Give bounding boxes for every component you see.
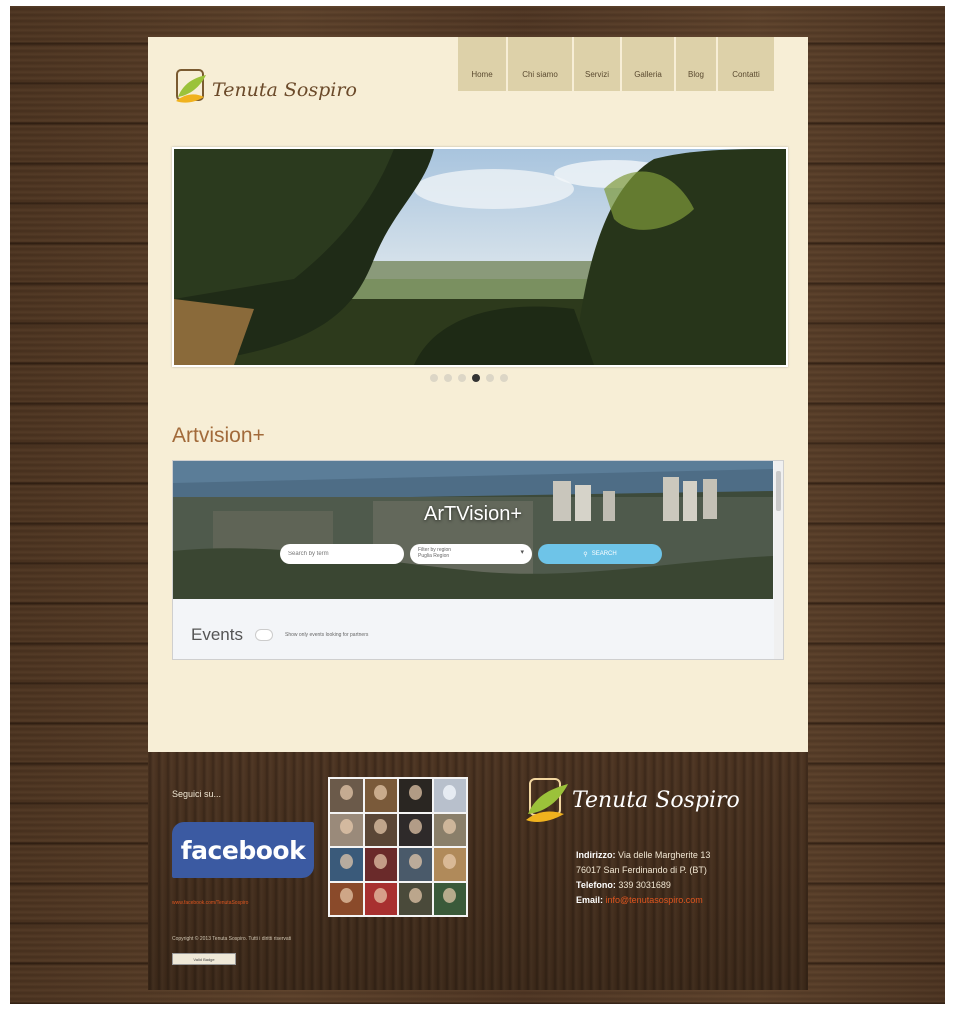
nav-galleria[interactable]: Galleria xyxy=(622,37,676,91)
embed-scrollbar[interactable] xyxy=(774,461,783,659)
fan-avatar[interactable] xyxy=(399,813,432,846)
nav-servizi[interactable]: Servizi xyxy=(574,37,622,91)
slider-dot[interactable] xyxy=(444,374,452,382)
partners-toggle[interactable] xyxy=(254,629,273,641)
slider-dots xyxy=(430,374,508,382)
chevron-down-icon: ▾ xyxy=(520,549,524,556)
fan-avatar[interactable] xyxy=(433,882,466,915)
follow-label: Seguici su... xyxy=(172,789,222,799)
facebook-fans-grid[interactable] xyxy=(328,777,468,917)
fan-avatar[interactable] xyxy=(433,779,466,812)
validator-badge[interactable]: Valid Badge xyxy=(172,953,236,965)
embed-search-row: Filter by region Puglia Region ▾ ⚲ SEARC… xyxy=(280,544,662,564)
slider-dot[interactable] xyxy=(430,374,438,382)
site-logo[interactable]: Tenuta Sospiro xyxy=(174,67,364,113)
fan-avatar[interactable] xyxy=(433,848,466,881)
fan-avatar[interactable] xyxy=(364,779,397,812)
fan-avatar[interactable] xyxy=(364,813,397,846)
section-title: Artvision+ xyxy=(172,424,265,447)
email-label: Email: xyxy=(576,895,604,905)
search-button-label: SEARCH xyxy=(591,551,617,557)
landscape-photo xyxy=(174,149,786,365)
events-header: Events Show only events looking for part… xyxy=(191,625,368,645)
nav-home[interactable]: Home xyxy=(458,37,508,91)
fan-avatar[interactable] xyxy=(364,882,397,915)
email-link[interactable]: info@tenutasospiro.com xyxy=(606,895,703,905)
embed-hero-image: ArTVision+ Filter by region Puglia Regio… xyxy=(173,461,773,599)
address-line-2: 76017 San Ferdinando di P. (BT) xyxy=(576,865,707,875)
fan-avatar[interactable] xyxy=(330,848,363,881)
brand-name: Tenuta Sospiro xyxy=(212,79,357,101)
address-label: Indirizzo: xyxy=(576,850,616,860)
phone-label: Telefono: xyxy=(576,880,616,890)
phone-value: 339 3031689 xyxy=(618,880,671,890)
facebook-logo-button[interactable]: facebook xyxy=(172,822,314,878)
region-select[interactable]: Filter by region Puglia Region ▾ xyxy=(410,544,532,564)
fan-avatar[interactable] xyxy=(433,813,466,846)
fan-avatar[interactable] xyxy=(399,882,432,915)
search-button[interactable]: ⚲ SEARCH xyxy=(538,544,662,564)
slider-dot[interactable] xyxy=(500,374,508,382)
leaf-logo-icon xyxy=(526,778,568,822)
artvision-embed: ArTVision+ Filter by region Puglia Regio… xyxy=(172,460,784,660)
nav-chi-siamo[interactable]: Chi siamo xyxy=(508,37,574,91)
footer-logo: Tenuta Sospiro xyxy=(524,776,754,826)
search-input[interactable] xyxy=(280,544,404,564)
partners-toggle-label: Show only events looking for partners xyxy=(284,632,369,638)
fan-avatar[interactable] xyxy=(399,848,432,881)
nav-blog[interactable]: Blog xyxy=(676,37,718,91)
main-nav: Home Chi siamo Servizi Galleria Blog Con… xyxy=(458,37,776,91)
fan-avatar[interactable] xyxy=(330,882,363,915)
events-title: Events xyxy=(191,625,243,644)
facebook-page-link[interactable]: www.facebook.com/TenutaSospiro xyxy=(172,900,248,906)
search-icon: ⚲ xyxy=(583,551,588,558)
scrollbar-thumb[interactable] xyxy=(776,471,781,511)
address-value: Via delle Margherite 13 xyxy=(618,850,711,860)
fan-avatar[interactable] xyxy=(330,813,363,846)
page-container: Tenuta Sospiro Home Chi siamo Servizi Ga… xyxy=(148,37,808,752)
region-select-value: Puglia Region xyxy=(418,553,450,559)
validator-badge-label: Valid Badge xyxy=(193,956,215,962)
slider-dot[interactable] xyxy=(458,374,466,382)
leaf-logo-icon xyxy=(176,69,206,103)
city-photo xyxy=(173,461,773,599)
facebook-label: facebook xyxy=(180,835,306,865)
address-line: Indirizzo: Via delle Margherite 13 xyxy=(576,848,710,863)
copyright-text: Copyright © 2013 Tenuta Sospiro. Tutti i… xyxy=(172,936,292,942)
site-footer: Seguici su... facebook www.facebook.com/… xyxy=(148,752,808,990)
fan-avatar[interactable] xyxy=(330,779,363,812)
fan-avatar[interactable] xyxy=(399,779,432,812)
contact-info: Indirizzo: Via delle Margherite 13 76017… xyxy=(576,848,710,908)
phone-line: Telefono: 339 3031689 xyxy=(576,878,710,893)
fan-avatar[interactable] xyxy=(364,848,397,881)
hero-slider-image[interactable] xyxy=(172,147,788,367)
nav-contatti[interactable]: Contatti xyxy=(718,37,776,91)
slider-dot[interactable] xyxy=(486,374,494,382)
footer-brand-name: Tenuta Sospiro xyxy=(572,788,740,813)
slider-dot-active[interactable] xyxy=(472,374,480,382)
embed-hero-title: ArTVision+ xyxy=(423,503,522,525)
email-line: Email: info@tenutasospiro.com xyxy=(576,893,710,908)
